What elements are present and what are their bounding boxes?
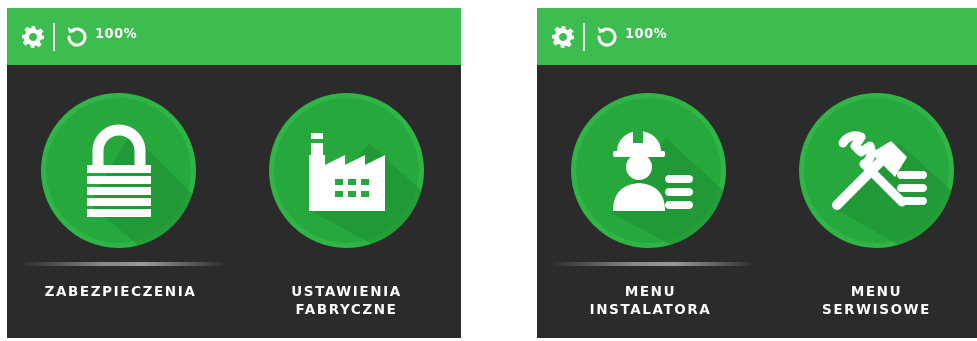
- top-bar-separator: [53, 23, 55, 51]
- top-bar: 100%: [537, 8, 977, 65]
- label-line: MENU: [624, 284, 677, 300]
- label-line: FABRYCZNE: [295, 302, 398, 318]
- screen-left: 100% ZABEZPIECZENIA USTAWIENIA FABRYCZNE: [7, 8, 461, 338]
- service-menu-tile[interactable]: [799, 93, 954, 248]
- service-menu-label: MENU SERWISOWE: [779, 283, 974, 319]
- selection-indicator: [551, 262, 756, 266]
- label-line: USTAWIENIA: [291, 284, 402, 300]
- top-bar-separator: [583, 23, 585, 51]
- label-line: ZABEZPIECZENIA: [44, 284, 197, 300]
- refresh-icon[interactable]: [593, 23, 621, 51]
- installer-menu-tile[interactable]: [571, 93, 726, 248]
- security-label: ZABEZPIECZENIA: [18, 283, 223, 301]
- factory-settings-tile[interactable]: [269, 93, 424, 248]
- service-tools-icon: [832, 131, 954, 248]
- refresh-icon[interactable]: [63, 23, 91, 51]
- factory-settings-label: USTAWIENIA FABRYCZNE: [249, 283, 444, 319]
- gear-icon[interactable]: [21, 25, 45, 49]
- installer-menu-label: MENU INSTALATORA: [548, 283, 753, 319]
- selection-indicator: [21, 262, 226, 266]
- security-tile[interactable]: [41, 93, 196, 248]
- installer-icon: [611, 129, 726, 248]
- battery-percent: 100%: [95, 27, 138, 42]
- top-bar: 100%: [7, 8, 461, 65]
- gear-icon[interactable]: [551, 25, 575, 49]
- lock-icon: [87, 124, 196, 248]
- label-line: MENU: [850, 284, 903, 300]
- label-line: INSTALATORA: [589, 302, 712, 318]
- factory-icon: [309, 133, 424, 248]
- screen-right: 100% MENU INSTALATORA MENU SERWISOWE: [537, 8, 977, 338]
- battery-percent: 100%: [625, 27, 668, 42]
- label-line: SERWISOWE: [822, 302, 931, 318]
